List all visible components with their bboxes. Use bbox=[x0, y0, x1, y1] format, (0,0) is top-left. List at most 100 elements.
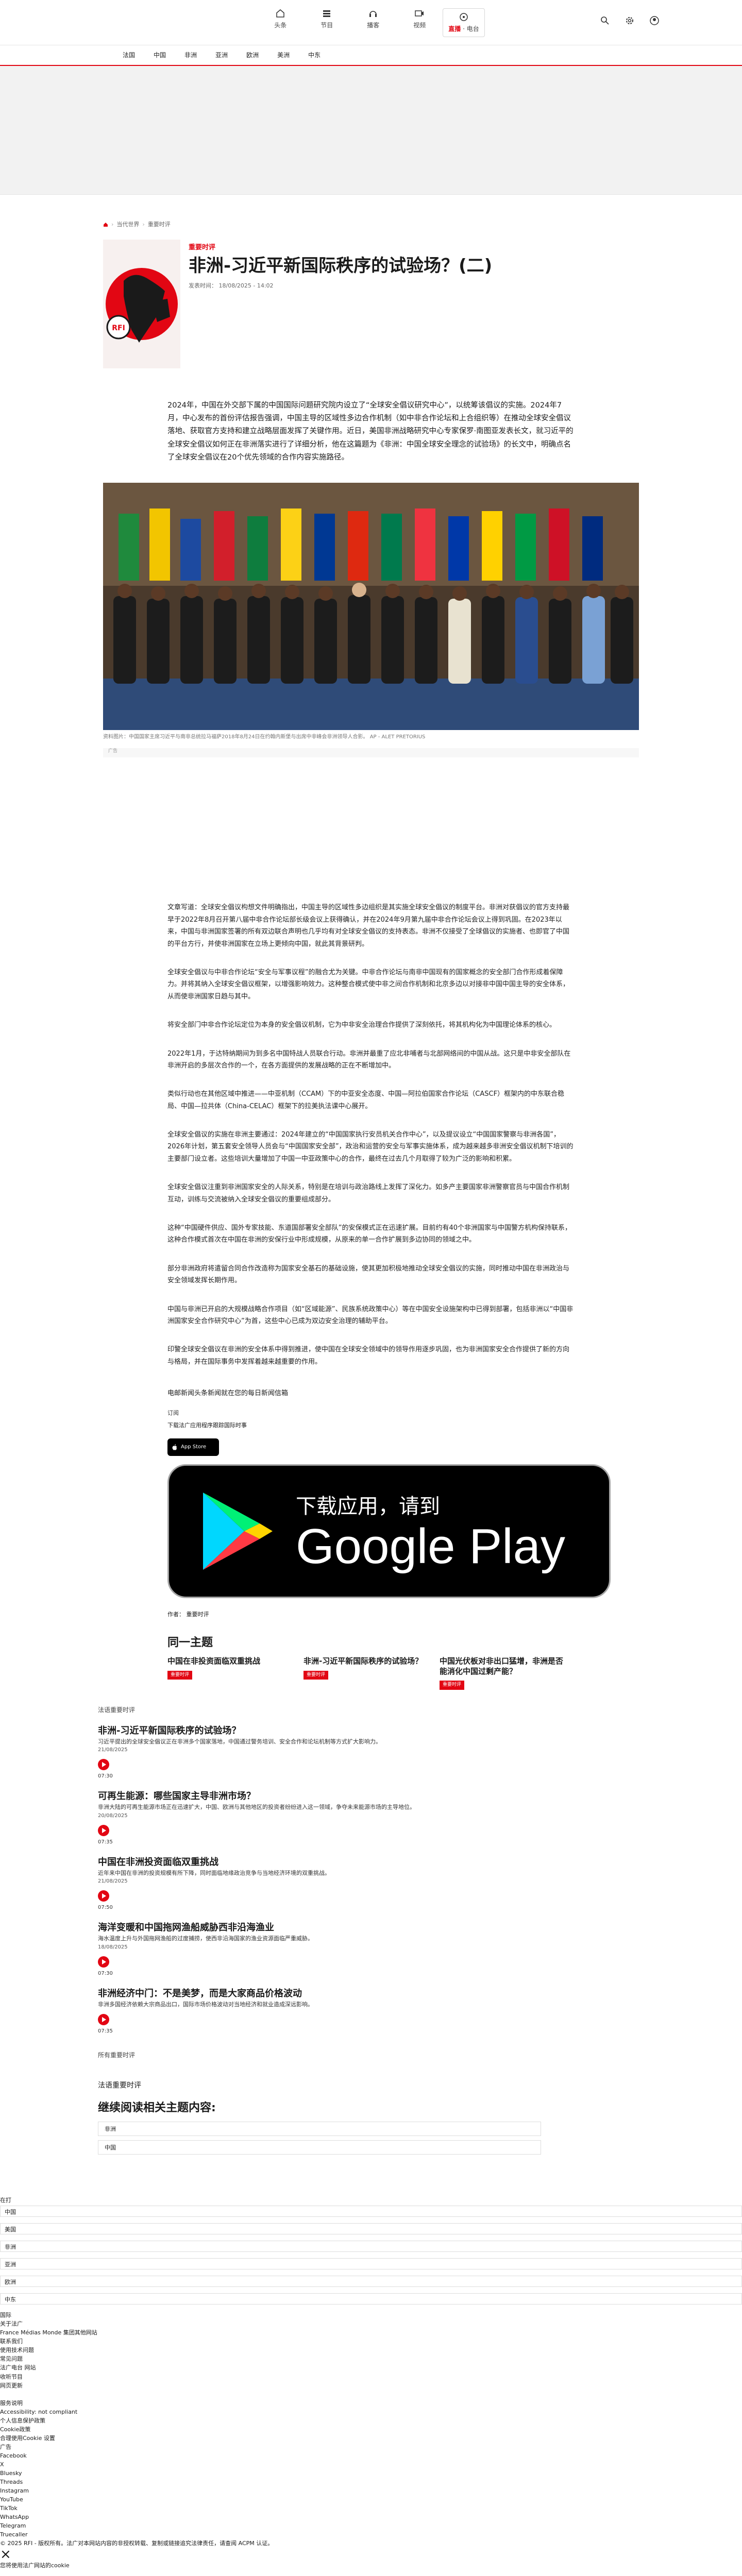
legal-link[interactable]: Cookie政策 bbox=[0, 2425, 742, 2434]
social-link[interactable]: X bbox=[0, 2460, 742, 2469]
footer-topic[interactable]: 中国 bbox=[0, 2206, 742, 2217]
social-link[interactable]: Facebook bbox=[0, 2451, 742, 2460]
episode-title[interactable]: 非洲经济中门：不是美梦，而是大家商品价格波动 bbox=[98, 1987, 541, 2001]
cookie-notice: 您将使用法广网站的cookie bbox=[0, 2562, 70, 2569]
nav-videos[interactable]: 视频 bbox=[396, 8, 443, 37]
legal-link[interactable]: Accessibility: not compliant bbox=[0, 2408, 742, 2416]
article-photo[interactable] bbox=[103, 483, 639, 731]
svg-text:RFI: RFI bbox=[112, 324, 125, 332]
list-icon bbox=[323, 10, 331, 17]
footer-link[interactable]: 常见问题 bbox=[0, 2354, 742, 2363]
list-item[interactable]: 海洋变暖和中国拖网渔船威胁西非沿海渔业 海水温度上升与外国拖网渔船的过度捕捞，使… bbox=[98, 1921, 541, 1977]
newsletter-promo[interactable]: 电邮新闻头条新闻就在您的每日新闻信箱 bbox=[167, 1388, 575, 1399]
body-paragraph: 这种“中国硬件供应、国外专家技能、东道国部署安全部队”的安保模式正在迅速扩展。目… bbox=[167, 1224, 572, 1244]
section-link[interactable]: 中国 bbox=[144, 50, 175, 60]
nav-home[interactable]: 头条 bbox=[257, 8, 303, 37]
breadcrumb-link[interactable]: 当代世界 bbox=[116, 221, 139, 229]
play-icon[interactable] bbox=[98, 1890, 109, 1902]
list-item[interactable]: 非洲经济中门：不是美梦，而是大家商品价格波动 非洲多国经济依赖大宗商品出口，国际… bbox=[98, 1987, 541, 2036]
article-body: 文章写道：全球安全倡议构想文件明确指出，中国主导的区域性多边组织是其实施全球安全… bbox=[167, 902, 611, 1690]
same-topic-cards: 中国在非投资面临双重挑战 重要时评 非洲-习近平新国际秩序的试验场？ 重要时评 … bbox=[167, 1656, 575, 1690]
google-play-button[interactable]: 下载应用，请到 Google Play bbox=[167, 1464, 611, 1598]
top-ad-banner bbox=[0, 66, 742, 195]
nav-podcasts-label: 播客 bbox=[367, 21, 380, 29]
list-item[interactable]: 中国在非洲投资面临双重挑战 近年来中国在非洲的投资规模有所下降，同时面临地缘政治… bbox=[98, 1855, 541, 1912]
section-link[interactable]: 法国 bbox=[113, 50, 144, 60]
gear-icon[interactable] bbox=[625, 15, 635, 26]
footer-link[interactable]: 国际 bbox=[0, 2311, 742, 2319]
related-card-badge: 重要时评 bbox=[440, 1681, 465, 1690]
section-link[interactable]: 非洲 bbox=[175, 50, 206, 60]
social-link[interactable]: Truecaller bbox=[0, 2530, 742, 2539]
footer-link[interactable]: 关于法广 bbox=[0, 2319, 742, 2328]
social-link[interactable]: Telegram bbox=[0, 2521, 742, 2530]
live-station: 电台 bbox=[466, 25, 479, 32]
episode-desc: 非洲多国经济依赖大宗商品出口，国际市场价格波动对当地经济和就业造成深远影响。 bbox=[98, 2001, 313, 2008]
related-card-badge: 重要时评 bbox=[303, 1670, 329, 1680]
footer-topic[interactable]: 非洲 bbox=[0, 2241, 742, 2252]
footer-link[interactable]: 使用技术问题 bbox=[0, 2346, 742, 2354]
episode-title[interactable]: 中国在非洲投资面临双重挑战 bbox=[98, 1855, 541, 1869]
play-icon[interactable] bbox=[98, 1759, 109, 1771]
footer-topic[interactable]: 美国 bbox=[0, 2223, 742, 2235]
user-icon[interactable] bbox=[649, 15, 660, 26]
footer-topic[interactable]: 中东 bbox=[0, 2293, 742, 2305]
google-play-prefix: 下载应用，请到 bbox=[296, 1494, 440, 1518]
footer-topic[interactable]: 亚洲 bbox=[0, 2258, 742, 2270]
list-item[interactable]: 可再生能源：哪些国家主导非洲市场？ 非洲大陆的可再生能源市场正在迅速扩大，中国、… bbox=[98, 1789, 541, 1846]
google-play-icon bbox=[203, 1492, 273, 1570]
breadcrumb-link[interactable]: 重要时评 bbox=[148, 221, 171, 229]
photo-caption: 资料图片：中国国家主席习近平与南非总统拉马福萨2018年8月24日在约翰内斯堡与… bbox=[103, 734, 426, 740]
footer-topic[interactable]: 欧洲 bbox=[0, 2276, 742, 2287]
related-card[interactable]: 中国在非投资面临双重挑战 重要时评 bbox=[167, 1656, 291, 1690]
keep-reading-label: 法语重要时评 bbox=[98, 2081, 141, 2090]
legal-link[interactable]: 合理使用Cookie 设置 bbox=[0, 2434, 742, 2443]
home-icon[interactable] bbox=[103, 222, 108, 227]
play-icon[interactable] bbox=[98, 2014, 109, 2026]
header-text: 重要时评 非洲-习近平新国际秩序的试验场？(二) 发表时间： 18/08/202… bbox=[189, 240, 492, 368]
search-icon[interactable] bbox=[600, 15, 610, 26]
footer-link[interactable]: France Médias Monde 集团其他网站 bbox=[0, 2328, 742, 2337]
legal-link[interactable]: 服务说明 bbox=[0, 2399, 742, 2408]
social-link[interactable]: Instagram bbox=[0, 2486, 742, 2495]
subscribe-label[interactable]: 订阅 bbox=[167, 1409, 575, 1418]
social-link[interactable]: YouTube bbox=[0, 2495, 742, 2504]
related-card[interactable]: 中国光伏板对非出口猛增，非洲是否能消化中国过剩产能？ 重要时评 bbox=[440, 1656, 563, 1690]
google-play-label: Google Play bbox=[296, 1518, 565, 1574]
nav-live[interactable]: 直播 · 电台 bbox=[443, 8, 485, 37]
app-store-button[interactable]: App Store bbox=[167, 1438, 219, 1456]
article-kicker[interactable]: 重要时评 bbox=[189, 243, 492, 253]
copyright: © 2025 RFI - 版权所有。法广对本网站内容的非授权转载、复制或链接追究… bbox=[0, 2540, 274, 2547]
more-episodes-link[interactable]: 所有重要时评 bbox=[98, 2050, 541, 2060]
close-icon[interactable]: × bbox=[0, 2548, 742, 2561]
social-link[interactable]: WhatsApp bbox=[0, 2513, 742, 2521]
footer-link[interactable]: 收听节目 bbox=[0, 2372, 742, 2381]
app-store-label: App Store bbox=[181, 1444, 207, 1450]
footer-link[interactable]: 法广电台 网站 bbox=[0, 2363, 742, 2372]
play-icon[interactable] bbox=[98, 1824, 109, 1836]
episode-date: 21/08/2025 bbox=[98, 1747, 128, 1753]
section-link[interactable]: 中东 bbox=[299, 50, 330, 60]
nav-podcasts[interactable]: 播客 bbox=[350, 8, 396, 37]
footer-link[interactable]: 联系我们 bbox=[0, 2337, 742, 2346]
list-item[interactable]: 非洲-习近平新国际秩序的试验场？ 习近平提出的全球安全倡议正在非洲多个国家落地，… bbox=[98, 1724, 541, 1781]
episode-desc: 海水温度上升与外国拖网渔船的过度捕捞，使西非沿海国家的渔业资源面临严重威胁。 bbox=[98, 1935, 313, 1942]
episode-title[interactable]: 非洲-习近平新国际秩序的试验场？ bbox=[98, 1724, 541, 1738]
legal-link[interactable]: 广告 bbox=[0, 2443, 742, 2451]
nav-episodes[interactable]: 节目 bbox=[303, 8, 350, 37]
episode-title[interactable]: 海洋变暖和中国拖网渔船威胁西非沿海渔业 bbox=[98, 1921, 541, 1935]
section-link[interactable]: 欧洲 bbox=[237, 50, 268, 60]
play-icon[interactable] bbox=[98, 1956, 109, 1968]
section-link[interactable]: 亚洲 bbox=[206, 50, 237, 60]
episode-title[interactable]: 可再生能源：哪些国家主导非洲市场？ bbox=[98, 1789, 541, 1803]
social-link[interactable]: Threads bbox=[0, 2478, 742, 2486]
related-card[interactable]: 非洲-习近平新国际秩序的试验场？ 重要时评 bbox=[303, 1656, 427, 1690]
topic-link[interactable]: 中国 bbox=[98, 2140, 541, 2155]
topic-link[interactable]: 非洲 bbox=[98, 2122, 541, 2137]
footer-link[interactable]: 网页更新 bbox=[0, 2381, 742, 2390]
social-link[interactable]: Bluesky bbox=[0, 2469, 742, 2478]
footer: 在打 中国 美国 非洲 亚洲 欧洲 中东 国际 关于法广 France Médi… bbox=[0, 2196, 742, 2570]
social-link[interactable]: TikTok bbox=[0, 2504, 742, 2513]
legal-link[interactable]: 个人信息保护政策 bbox=[0, 2416, 742, 2425]
section-link[interactable]: 美洲 bbox=[268, 50, 299, 60]
